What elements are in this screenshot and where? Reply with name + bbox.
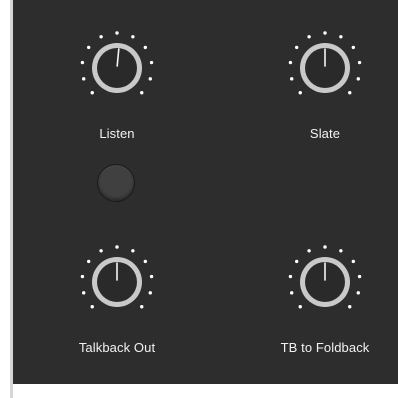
scale-dot [288,274,293,279]
scale-dot [356,77,360,81]
knob-listen-label: Listen [99,126,135,141]
scale-dot [357,274,362,279]
scale-dot [339,249,343,253]
scale-dot [351,259,356,264]
scale-dot [140,305,144,309]
scale-dot [356,291,360,295]
scale-dot [82,291,86,295]
scale-dot [290,77,294,81]
scale-dot [148,291,152,295]
scale-dot [288,60,293,65]
scale-dot [90,91,94,95]
scale-dot [348,91,352,95]
scale-dot [131,249,135,253]
knob-talkback-out[interactable] [57,236,177,336]
scale-dot [86,259,91,264]
scale-dot [298,305,302,309]
scale-dot [82,77,86,81]
scale-dot [307,249,311,253]
knob-tb-to-foldback-label: TB to Foldback [280,340,370,355]
scale-dot [99,35,103,39]
control-panel: Listen Slate Talkback Out TB to Foldback [13,0,398,384]
scale-dot [115,31,119,35]
round-push-button[interactable] [97,164,135,202]
scale-dot [323,31,327,35]
scale-dot [348,305,352,309]
scale-dot [99,249,103,253]
scale-dot [143,259,148,264]
scale-dot [290,291,294,295]
scale-dot [298,91,302,95]
scale-dot [80,274,85,279]
knob-listen-unit: Listen [57,22,177,152]
scale-dot [294,259,299,264]
scale-dot [115,245,119,249]
scale-dot [86,45,91,50]
knob-cap [97,48,137,88]
scale-dot [149,274,154,279]
panel-bottom-strip [13,384,398,398]
knob-tb-to-foldback-unit: TB to Foldback [265,236,385,366]
scale-dot [307,35,311,39]
scale-dot [323,245,327,249]
knob-slate-unit: Slate [265,22,385,152]
scale-dot [148,77,152,81]
knob-talkback-out-label: Talkback Out [78,340,156,355]
knob-talkback-out-unit: Talkback Out [57,236,177,366]
scale-dot [143,45,148,50]
scale-dot [131,35,135,39]
knob-listen[interactable] [57,22,177,122]
scale-dot [149,60,154,65]
knob-slate[interactable] [265,22,385,122]
scale-dot [294,45,299,50]
scale-dot [90,305,94,309]
scale-dot [351,45,356,50]
knob-slate-label: Slate [309,126,341,141]
scale-dot [357,60,362,65]
scale-dot [80,60,85,65]
scale-dot [140,91,144,95]
scale-dot [339,35,343,39]
knob-tb-to-foldback[interactable] [265,236,385,336]
